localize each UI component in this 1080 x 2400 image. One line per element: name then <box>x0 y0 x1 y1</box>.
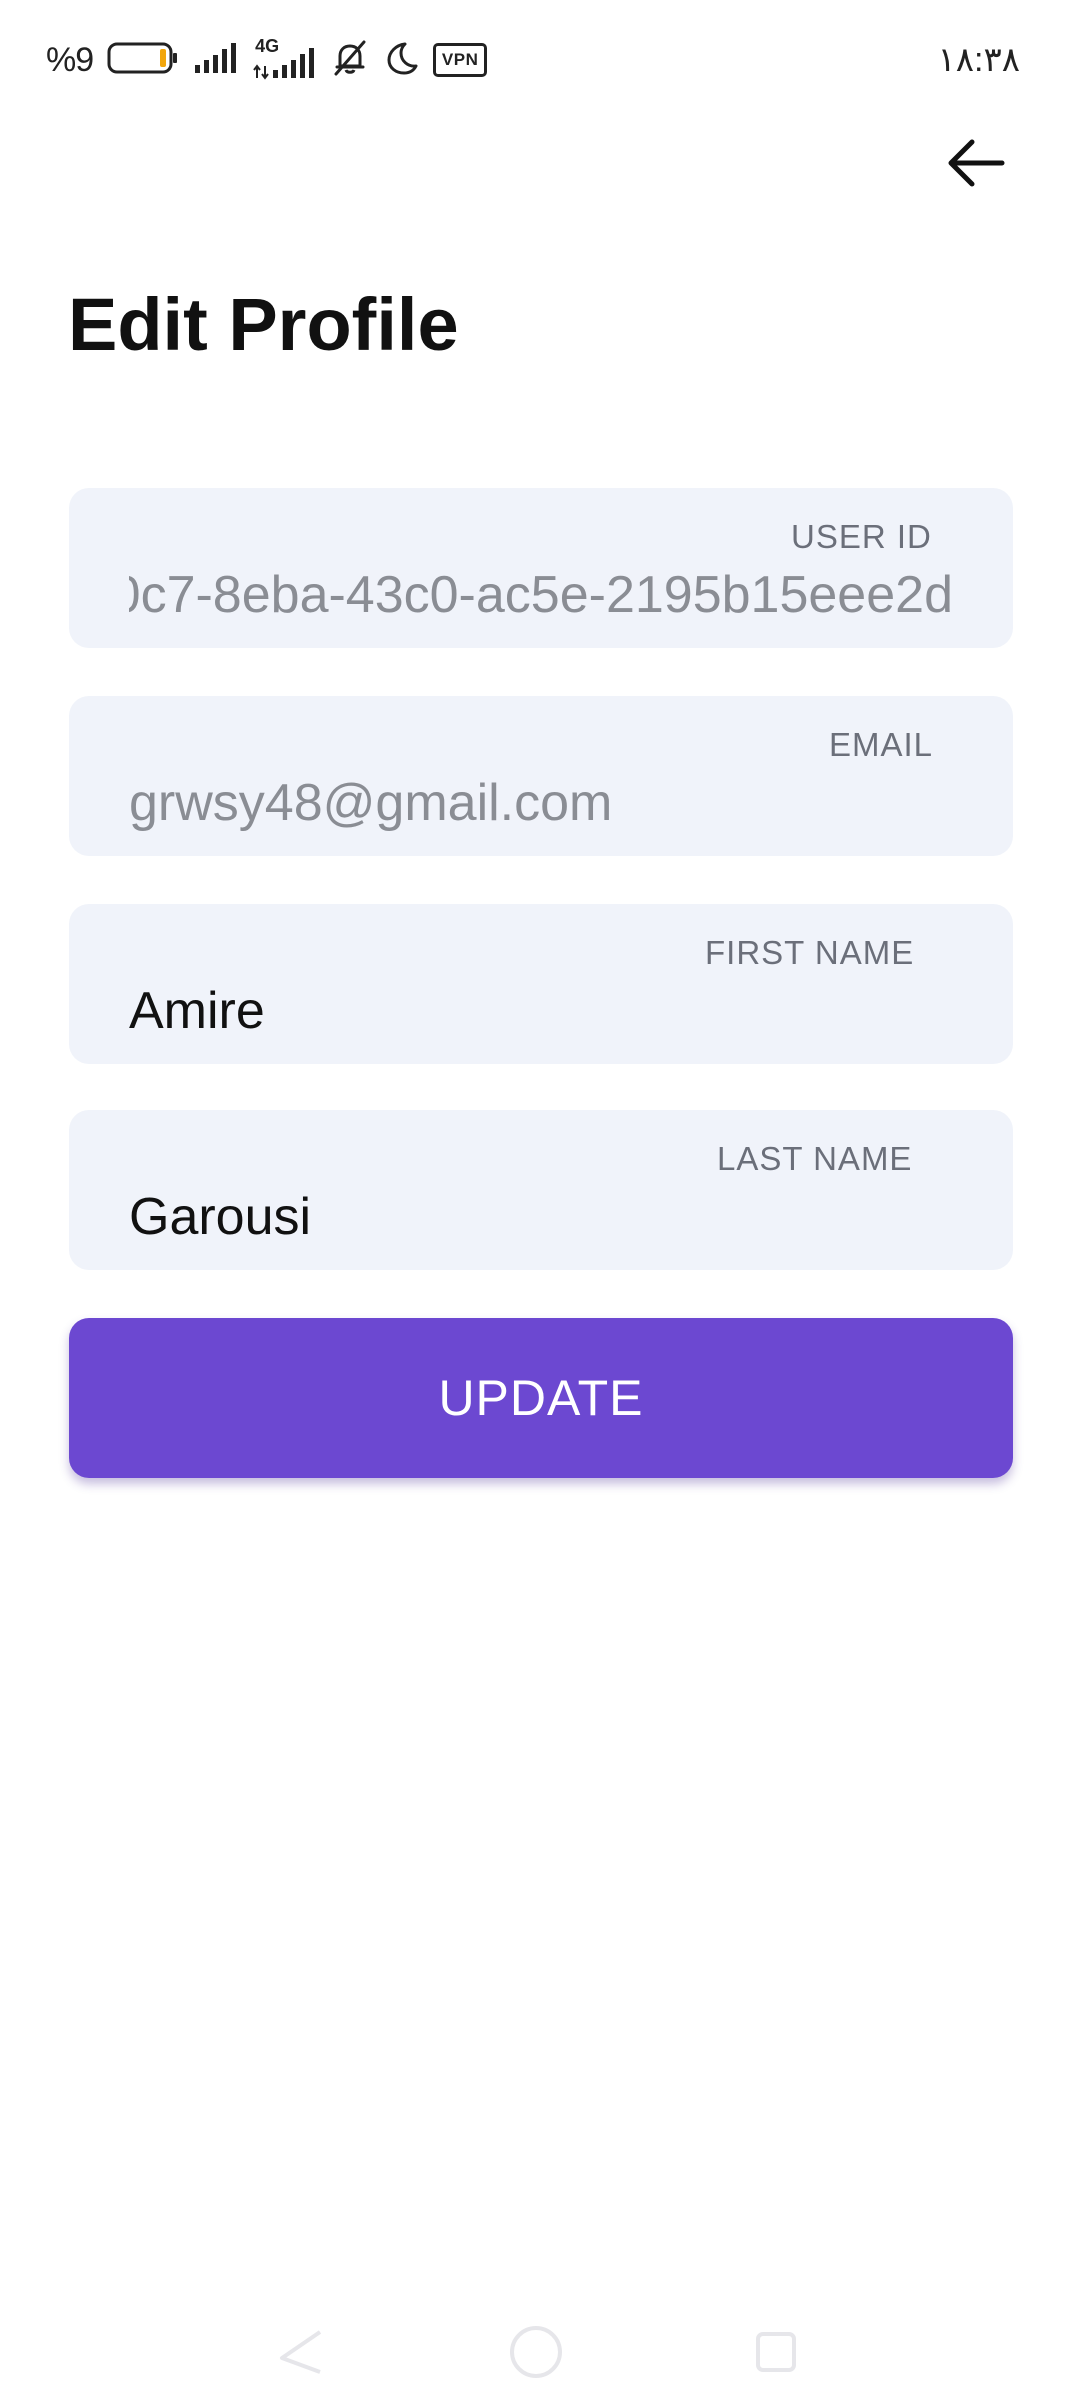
first-name-value: Amire <box>129 982 265 1040</box>
recents-square-icon <box>756 2332 796 2372</box>
page-title: Edit Profile <box>68 283 459 366</box>
last-name-label: LAST NAME <box>717 1140 913 1177</box>
status-time: ۱۸:۳۸ <box>937 41 1021 79</box>
home-circle-icon <box>510 2326 562 2378</box>
first-name-field[interactable]: FIRST NAME Amire <box>69 904 1013 1064</box>
last-name-value: Garousi <box>129 1188 312 1246</box>
user-id-label: USER ID <box>791 518 932 555</box>
user-id-value: b1e8a0c7-8eba-43c0-ac5e-2195b15eee2d <box>129 566 953 624</box>
update-button[interactable]: UPDATE <box>69 1318 1013 1478</box>
battery-percent: %9 <box>46 40 94 79</box>
bell-muted-icon <box>331 39 369 82</box>
do-not-disturb-moon-icon <box>383 40 419 81</box>
back-button[interactable] <box>936 128 1016 198</box>
last-name-field[interactable]: LAST NAME Garousi <box>69 1110 1013 1270</box>
status-bar: %9 4G VPN ۱۸:۳۸ <box>0 0 1080 120</box>
system-nav-bar <box>0 2300 1080 2400</box>
nav-back-button[interactable] <box>270 2322 330 2382</box>
nav-home-button[interactable] <box>506 2322 566 2382</box>
user-id-field[interactable]: USER ID b1e8a0c7-8eba-43c0-ac5e-2195b15e… <box>69 488 1013 648</box>
email-field[interactable]: EMAIL grwsy48@gmail.com <box>69 696 1013 856</box>
vpn-label: VPN <box>441 50 479 69</box>
signal-4g-icon: 4G <box>253 36 317 80</box>
edit-profile-screen: %9 4G VPN ۱۸:۳۸ Edit Profile USER ID c7-… <box>0 0 1080 2400</box>
email-value: grwsy48@gmail.com <box>129 774 613 832</box>
signal-strength-icon <box>193 41 239 80</box>
first-name-label: FIRST NAME <box>705 934 915 971</box>
back-triangle-icon <box>280 2330 322 2374</box>
nav-recents-button[interactable] <box>746 2322 806 2382</box>
battery-icon <box>107 41 179 80</box>
arrow-left-icon <box>948 139 1005 187</box>
status-icons: %9 4G VPN <box>46 36 488 84</box>
email-label: EMAIL <box>829 726 934 763</box>
vpn-icon: VPN <box>433 43 488 77</box>
